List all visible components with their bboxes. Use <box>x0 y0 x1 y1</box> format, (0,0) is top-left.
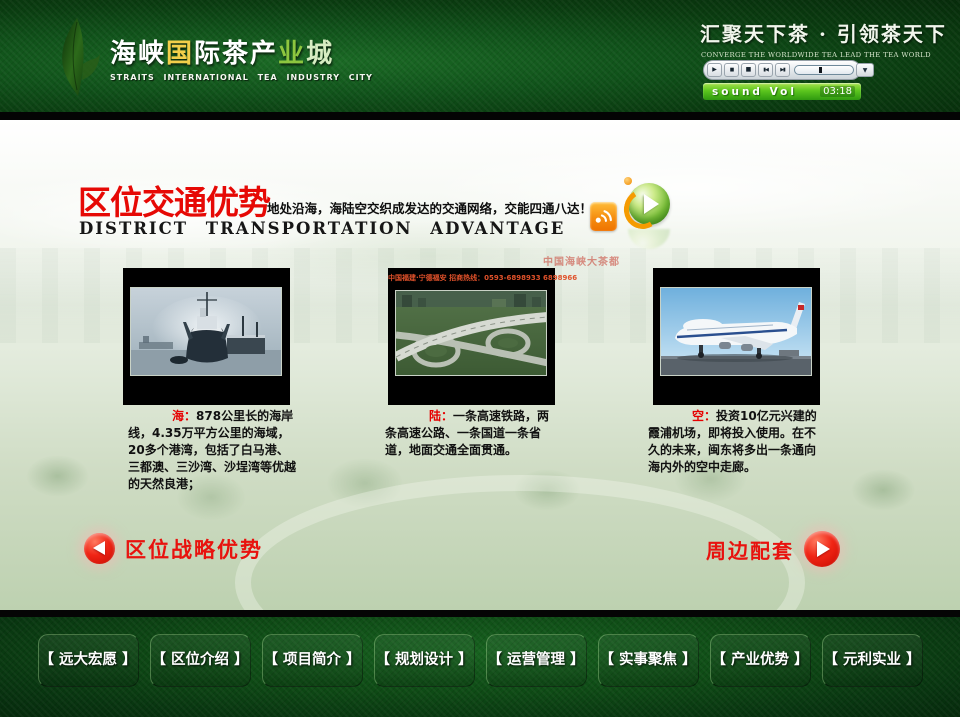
seek-slider-thumb[interactable] <box>819 67 822 73</box>
nav-button-operation-management[interactable]: 【 运营管理 】 <box>486 634 587 687</box>
player-dropdown-button[interactable]: ▼ <box>856 63 874 77</box>
tea-leaf-logo-icon <box>52 16 102 100</box>
volume-label: sound Vol <box>703 86 797 98</box>
media-player-play-triangle-icon <box>644 194 659 214</box>
pause-button[interactable]: ▮▮ <box>724 63 739 77</box>
volume-bar: sound Vol 03:18 <box>703 83 861 100</box>
right-triangle-icon <box>817 541 830 557</box>
caption-air-text: 投资10亿元兴建的霞浦机场，即将投入使用。在不久的未来，闽东将多出一条通向海内外… <box>648 409 817 474</box>
prev-arrow-icon[interactable] <box>84 533 115 564</box>
play-button[interactable]: ▶ <box>707 63 722 77</box>
sound-icon[interactable] <box>590 202 617 231</box>
footer-nav: 【 远大宏愿 】 【 区位介绍 】 【 项目简介 】 【 规划设计 】 【 运营… <box>0 617 960 687</box>
site-subtitle: STRAITS INTERNATIONAL TEA INDUSTRY CITY <box>110 73 373 82</box>
previous-track-button[interactable]: ▮◀ <box>758 63 773 77</box>
prev-section-label[interactable]: 区位战略优势 <box>125 534 263 564</box>
next-track-button[interactable]: ▶▮ <box>775 63 790 77</box>
header-divider <box>0 112 960 120</box>
caption-land-text: 一条高速铁路，两条高速公路、一条国道一条省道，地面交通全面贯通。 <box>385 409 549 457</box>
media-player-icon[interactable] <box>622 177 672 253</box>
nav-button-industry-advantage[interactable]: 【 产业优势 】 <box>710 634 811 687</box>
nav-button-news-focus[interactable]: 【 实事聚焦 】 <box>598 634 699 687</box>
page: 海峡国际茶产业城 STRAITS INTERNATIONAL TEA INDUS… <box>0 0 960 717</box>
page-title: 区位交通优势 <box>78 176 270 224</box>
airport-plane-video[interactable] <box>660 287 812 376</box>
media-player-orange-dot <box>624 177 632 185</box>
video-panel-land[interactable]: 中国福建·宁德福安 招商热线：0593-6898933 6898966 <box>388 268 555 405</box>
video-panel-sea[interactable] <box>123 268 290 405</box>
header: 海峡国际茶产业城 STRAITS INTERNATIONAL TEA INDUS… <box>0 0 960 112</box>
footer-divider <box>0 610 960 617</box>
page-title-description: 地处沿海，海陆空交织成发达的交通网络，交能四通八达！ <box>267 198 592 217</box>
cargo-ship-video[interactable] <box>130 287 282 376</box>
site-title: 海峡国际茶产业城 <box>110 33 373 70</box>
nav-button-yuanli-industrial[interactable]: 【 元利实业 】 <box>822 634 923 687</box>
stop-button[interactable]: ■ <box>741 63 756 77</box>
brand: 海峡国际茶产业城 STRAITS INTERNATIONAL TEA INDUS… <box>110 33 373 82</box>
video-overlay-hotline: 中国福建·宁德福安 招商热线：0593-6898933 6898966 <box>388 273 555 283</box>
left-triangle-icon <box>93 541 105 555</box>
prev-section-link[interactable]: 区位战略优势 <box>84 533 263 564</box>
caption-air: 空：投资10亿元兴建的霞浦机场，即将投入使用。在不久的未来，闽东将多出一条通向海… <box>648 408 826 476</box>
next-arrow-icon[interactable] <box>804 531 840 567</box>
nav-button-vision[interactable]: 【 远大宏愿 】 <box>38 634 139 687</box>
nav-button-planning-design[interactable]: 【 规划设计 】 <box>374 634 475 687</box>
caption-sea: 海：878公里长的海岸线，4.35万平方公里的海域，20多个港湾，包括了白马港、… <box>128 408 300 493</box>
caption-sea-text: 878公里长的海岸线，4.35万平方公里的海域，20多个港湾，包括了白马港、三都… <box>128 409 296 491</box>
caption-sea-label: 海： <box>172 409 196 423</box>
slogan: 汇聚天下茶 · 引领茶天下 CONVERGE THE WORLDWIDE TEA… <box>700 18 932 59</box>
slogan-en: CONVERGE THE WORLDWIDE TEA LEAD THE TEA … <box>700 51 932 59</box>
video-panel-air[interactable] <box>653 268 820 405</box>
caption-air-label: 空： <box>692 409 716 423</box>
track-time: 03:18 <box>820 86 855 97</box>
media-player-reflection <box>628 229 670 249</box>
nav-button-project-brief[interactable]: 【 项目简介 】 <box>262 634 363 687</box>
background-gate-sign: 中国海峡大茶都 <box>543 253 620 268</box>
seek-slider[interactable] <box>794 65 854 75</box>
caption-land-label: 陆： <box>429 409 453 423</box>
next-section-link[interactable]: 周边配套 <box>706 531 840 567</box>
next-section-label[interactable]: 周边配套 <box>706 535 794 564</box>
page-title-english: DISTRICT TRANSPORTATION ADVANTAGE <box>79 219 565 238</box>
footer: 【 远大宏愿 】 【 区位介绍 】 【 项目简介 】 【 规划设计 】 【 运营… <box>0 617 960 717</box>
audio-player: ▶ ▮▮ ■ ▮◀ ▶▮ ▼ <box>703 60 861 80</box>
highway-interchange-video[interactable] <box>395 290 547 376</box>
slogan-cn: 汇聚天下茶 · 引领茶天下 <box>700 18 932 47</box>
caption-land: 陆：一条高速铁路，两条高速公路、一条国道一条省道，地面交通全面贯通。 <box>385 408 561 459</box>
main-content: 中国海峡大茶都 区位交通优势 地处沿海，海陆空交织成发达的交通网络，交能四通八达… <box>0 120 960 610</box>
nav-button-location-intro[interactable]: 【 区位介绍 】 <box>150 634 251 687</box>
